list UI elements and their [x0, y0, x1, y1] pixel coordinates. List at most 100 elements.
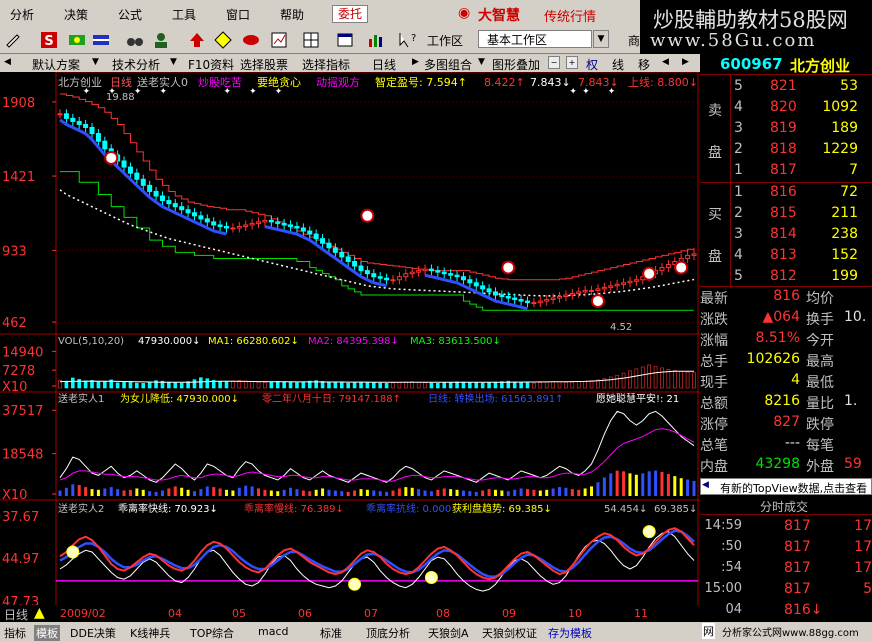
btab-kline[interactable]: K线神兵 — [130, 625, 170, 641]
binoculars-icon[interactable] — [126, 31, 144, 49]
tab-line[interactable]: 线 — [612, 56, 624, 73]
btab-topbottom[interactable]: 顶底分析 — [366, 625, 410, 641]
indicator1-bar — [282, 489, 286, 496]
indicator1-bar — [276, 491, 280, 496]
indicator1-bar — [442, 488, 446, 496]
candle-body — [403, 273, 409, 278]
tab-f10[interactable]: F10资料 — [188, 56, 234, 73]
pencil-icon[interactable] — [4, 31, 22, 49]
tab-minus-icon[interactable]: − — [548, 56, 560, 69]
grid-icon[interactable] — [302, 31, 320, 49]
candle-body — [384, 277, 390, 281]
tab-overlay[interactable]: 图形叠加 — [492, 56, 540, 73]
volume-bar — [199, 377, 203, 389]
candle-body — [441, 271, 447, 275]
indicator1-bar — [500, 490, 504, 496]
trade-price: 817 — [784, 518, 811, 534]
volume-bar — [115, 382, 120, 389]
candle-body — [563, 294, 569, 298]
x-axis-period: 日线 — [4, 608, 29, 622]
btab-top[interactable]: TOP综合 — [190, 625, 234, 641]
tab-quan[interactable]: 权 — [586, 56, 598, 73]
bid-level: 1 — [734, 184, 743, 200]
volume-bar — [634, 368, 639, 389]
weituo-button[interactable]: 委托 — [332, 5, 368, 23]
indicator1-bar — [660, 472, 664, 496]
stock-chart[interactable]: ✦ ✦ ✦ ✦ ✦ ✦ ✦ ✦ ✦ ✦ 19081421933462149407278X10375… — [0, 72, 700, 607]
tab-select-stock[interactable]: 选择股票 — [240, 56, 288, 73]
candle-body — [147, 184, 153, 192]
tab-tech-analysis[interactable]: 技术分析 — [112, 56, 160, 73]
flag-icon[interactable] — [68, 31, 86, 49]
help-cursor-icon[interactable]: ? — [398, 31, 416, 49]
price-low-annotation: 4.52 — [610, 322, 632, 333]
btab-dde[interactable]: DDE决策 — [70, 625, 116, 641]
tab-move[interactable]: 移 — [638, 56, 650, 73]
candle-body — [396, 276, 402, 281]
topview-notice[interactable]: 有新的TopView数据,点击查看 — [720, 480, 867, 496]
menu-window[interactable]: 窗口 — [226, 6, 250, 23]
indicator1-bar — [423, 490, 427, 496]
volume-bar — [352, 382, 357, 389]
indicator1-bar — [525, 489, 529, 496]
pill-icon[interactable] — [242, 31, 260, 49]
dollar-icon[interactable]: S — [40, 31, 58, 49]
candle-body — [422, 268, 428, 272]
btab-macd[interactable]: macd — [258, 625, 289, 638]
btab-tianlang-a[interactable]: 天狼剑A — [428, 625, 469, 641]
indicator1-bar — [359, 489, 363, 496]
volume-bar — [301, 381, 306, 389]
x-tick-7: 10 — [568, 607, 582, 620]
indicator1-bar — [90, 489, 94, 496]
stock-code: 600967 — [720, 55, 783, 73]
candle-body — [83, 123, 89, 128]
btab-save-template[interactable]: 存为模板 — [548, 625, 592, 641]
workarea-select[interactable]: 基本工作区 — [478, 30, 592, 48]
tab-daily-arrow-icon[interactable]: ▶ — [412, 57, 419, 67]
btab-tianlang-warrant[interactable]: 天狼剑权证 — [482, 625, 537, 641]
tab-select-indicator[interactable]: 选择指标 — [302, 56, 350, 73]
tab-daily[interactable]: 日线 — [372, 56, 396, 73]
x-tick-2: 05 — [232, 607, 246, 620]
window-icon[interactable] — [336, 31, 354, 49]
btab-indicator[interactable]: 指标 — [4, 625, 26, 641]
btab-template[interactable]: 模板 — [34, 625, 60, 641]
toolbar: S ? 工作区 基本工作区 ▼ 商 — [0, 26, 640, 54]
candle-body — [134, 172, 140, 180]
vol-header-v3: MA2: 84395.398↓ — [308, 336, 399, 347]
candle-body — [454, 274, 460, 278]
menu-help[interactable]: 帮助 — [280, 6, 304, 23]
up-arrow-icon[interactable] — [188, 31, 206, 49]
chevron-down-icon[interactable]: ▼ — [593, 30, 609, 48]
volume-bar — [224, 381, 229, 389]
diamond-icon[interactable] — [214, 31, 232, 49]
tab-default-scheme[interactable]: 默认方案 — [32, 56, 80, 73]
tab-prev-icon[interactable]: ◀ — [662, 57, 669, 67]
ind1-header-v4: 愿她聪慧平安!: 21 — [596, 392, 679, 405]
toolbar-shang[interactable]: 商 — [628, 32, 640, 49]
flag2-icon[interactable] — [92, 31, 110, 49]
candle-body — [153, 190, 159, 197]
tab-plus-icon[interactable]: + — [566, 56, 578, 69]
indicator1-bar — [378, 491, 382, 496]
menu-analysis[interactable]: 分析 — [10, 6, 34, 23]
btab-standard[interactable]: 标准 — [320, 625, 342, 641]
menu-formula[interactable]: 公式 — [118, 6, 142, 23]
tab-next-icon[interactable]: ▶ — [682, 57, 689, 67]
trade-volume: 5 — [863, 581, 872, 597]
indicator1-bar — [436, 489, 440, 496]
menu-decision[interactable]: 决策 — [64, 6, 88, 23]
candle-body — [537, 300, 543, 304]
candle-body — [460, 276, 466, 281]
indicator1-bar — [647, 471, 651, 496]
indicator1-bar — [679, 478, 683, 496]
menu-tools[interactable]: 工具 — [172, 6, 196, 23]
indicator1-bar — [148, 491, 152, 496]
indicator1-bar — [225, 489, 229, 496]
tab-left-arrow-icon[interactable]: ◀ — [4, 57, 11, 67]
user-icon[interactable] — [152, 31, 170, 49]
chart-icon[interactable] — [270, 31, 288, 49]
bars-icon[interactable] — [366, 31, 384, 49]
indicator1-bar — [577, 489, 581, 496]
tab-multi-chart[interactable]: 多图组合 — [424, 56, 472, 73]
